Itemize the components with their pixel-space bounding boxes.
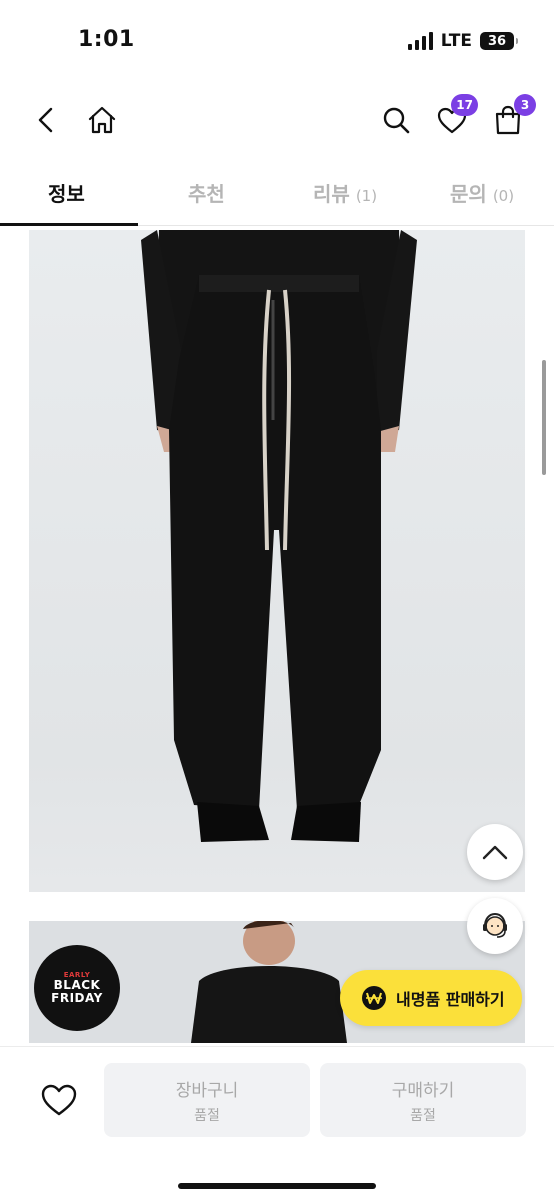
bottom-action-bar: 장바구니 품절 구매하기 품절 — [0, 1046, 554, 1200]
search-button[interactable] — [380, 104, 412, 136]
cart-button-label: 장바구니 — [175, 1080, 239, 1101]
like-button[interactable] — [36, 1077, 82, 1123]
home-indicator — [178, 1183, 376, 1189]
wishlist-count-badge: 17 — [451, 94, 478, 116]
home-icon — [88, 106, 116, 134]
network-label: LTE — [440, 31, 472, 51]
page-scrollbar[interactable] — [542, 360, 546, 475]
product-photo — [29, 230, 525, 892]
signal-icon — [407, 32, 433, 50]
buy-button-label: 구매하기 — [391, 1080, 455, 1101]
black-friday-badge: EARLY BLACK FRIDAY — [34, 945, 120, 1031]
headset-icon — [483, 912, 507, 938]
status-bar: 1:01 LTE 36 — [0, 0, 554, 84]
tab-reviews-count: (1) — [355, 187, 378, 205]
tab-reviews[interactable]: 리뷰 (1) — [313, 178, 377, 207]
scroll-to-top-button[interactable] — [467, 824, 523, 880]
bf-friday-text: FRIDAY — [51, 991, 103, 1005]
sell-luxury-button[interactable]: 내명품 판매하기 — [340, 970, 522, 1026]
wishlist-button[interactable]: 17 — [436, 94, 478, 136]
cart-count-badge: 3 — [514, 94, 536, 116]
buy-soldout-label: 품절 — [410, 1107, 436, 1124]
battery-icon: 36 — [480, 32, 518, 50]
top-navigation: 17 3 — [0, 90, 554, 150]
product-tabs: 정보 추천 리뷰 (1) 문의 (0) — [0, 160, 554, 226]
heart-outline-icon — [41, 1084, 77, 1116]
tab-reviews-label: 리뷰 — [313, 182, 350, 206]
back-arrow-icon — [38, 107, 53, 133]
search-icon — [383, 107, 410, 134]
tab-inquiry-label: 문의 — [450, 182, 487, 206]
cart-button[interactable]: 3 — [492, 94, 536, 136]
chevron-up-icon — [482, 845, 508, 860]
product-pants-illustration — [141, 230, 417, 842]
sell-button-label: 내명품 판매하기 — [396, 990, 505, 1009]
add-to-cart-button[interactable]: 장바구니 품절 — [104, 1063, 310, 1137]
back-button[interactable] — [30, 104, 62, 136]
cart-soldout-label: 품절 — [194, 1107, 220, 1124]
tab-recommend-label: 추천 — [188, 182, 225, 206]
active-tab-indicator — [0, 223, 138, 226]
tab-inquiry-count: (0) — [492, 187, 515, 205]
home-button[interactable] — [86, 104, 118, 136]
status-time: 1:01 — [78, 27, 135, 52]
tab-recommend[interactable]: 추천 — [188, 178, 225, 207]
battery-level: 36 — [487, 33, 507, 49]
tab-inquiry[interactable]: 문의 (0) — [450, 178, 514, 207]
customer-service-button[interactable] — [467, 898, 523, 954]
won-icon — [362, 986, 386, 1010]
tab-info-label: 정보 — [48, 182, 85, 206]
status-indicators: LTE 36 — [407, 31, 518, 51]
tab-info[interactable]: 정보 — [48, 178, 85, 207]
buy-now-button[interactable]: 구매하기 품절 — [320, 1063, 526, 1137]
